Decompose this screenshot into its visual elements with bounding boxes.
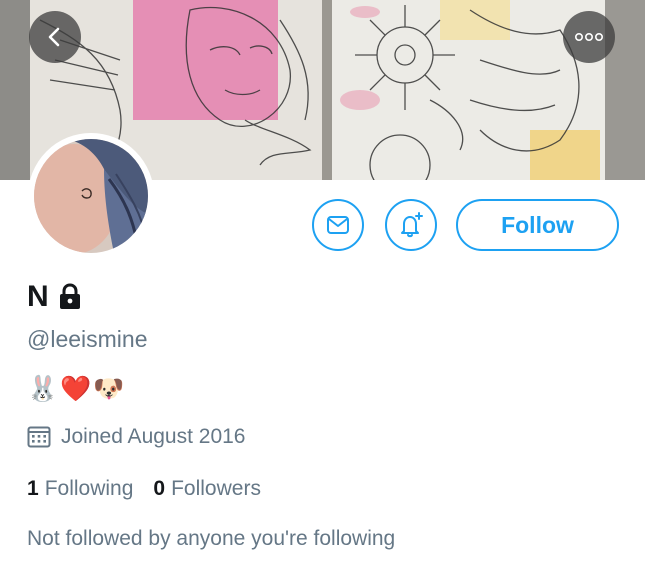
bell-plus-icon — [401, 212, 423, 238]
back-button[interactable] — [29, 11, 81, 63]
joined-date: Joined August 2016 — [61, 425, 246, 448]
envelope-icon — [327, 216, 349, 234]
followers-count: 0 — [153, 477, 166, 500]
notifications-button[interactable] — [385, 199, 437, 251]
joined-date-row: Joined August 2016 — [27, 425, 246, 449]
message-button[interactable] — [312, 199, 364, 251]
following-stat[interactable]: 1 Following — [27, 477, 133, 501]
profile-bio: 🐰❤️🐶 — [27, 375, 127, 403]
ellipsis-icon — [574, 32, 603, 42]
following-label: Following — [44, 477, 134, 500]
followers-stat[interactable]: 0 Followers — [153, 477, 261, 501]
profile-name-row: N — [27, 280, 83, 314]
chevron-left-icon — [48, 27, 60, 47]
followers-label: Followers — [171, 477, 261, 500]
following-count: 1 — [27, 477, 39, 500]
lock-icon — [59, 283, 80, 309]
follow-stats: 1 Following 0 Followers — [27, 477, 261, 501]
avatar-image — [34, 139, 148, 253]
avatar[interactable] — [28, 133, 154, 259]
follow-button[interactable]: Follow — [456, 199, 619, 251]
profile-handle: @leeismine — [27, 326, 148, 352]
calendar-icon — [27, 426, 51, 448]
mutual-followers-text: Not followed by anyone you're following — [27, 527, 396, 550]
display-name: N — [27, 280, 49, 313]
more-options-button[interactable] — [563, 11, 615, 63]
